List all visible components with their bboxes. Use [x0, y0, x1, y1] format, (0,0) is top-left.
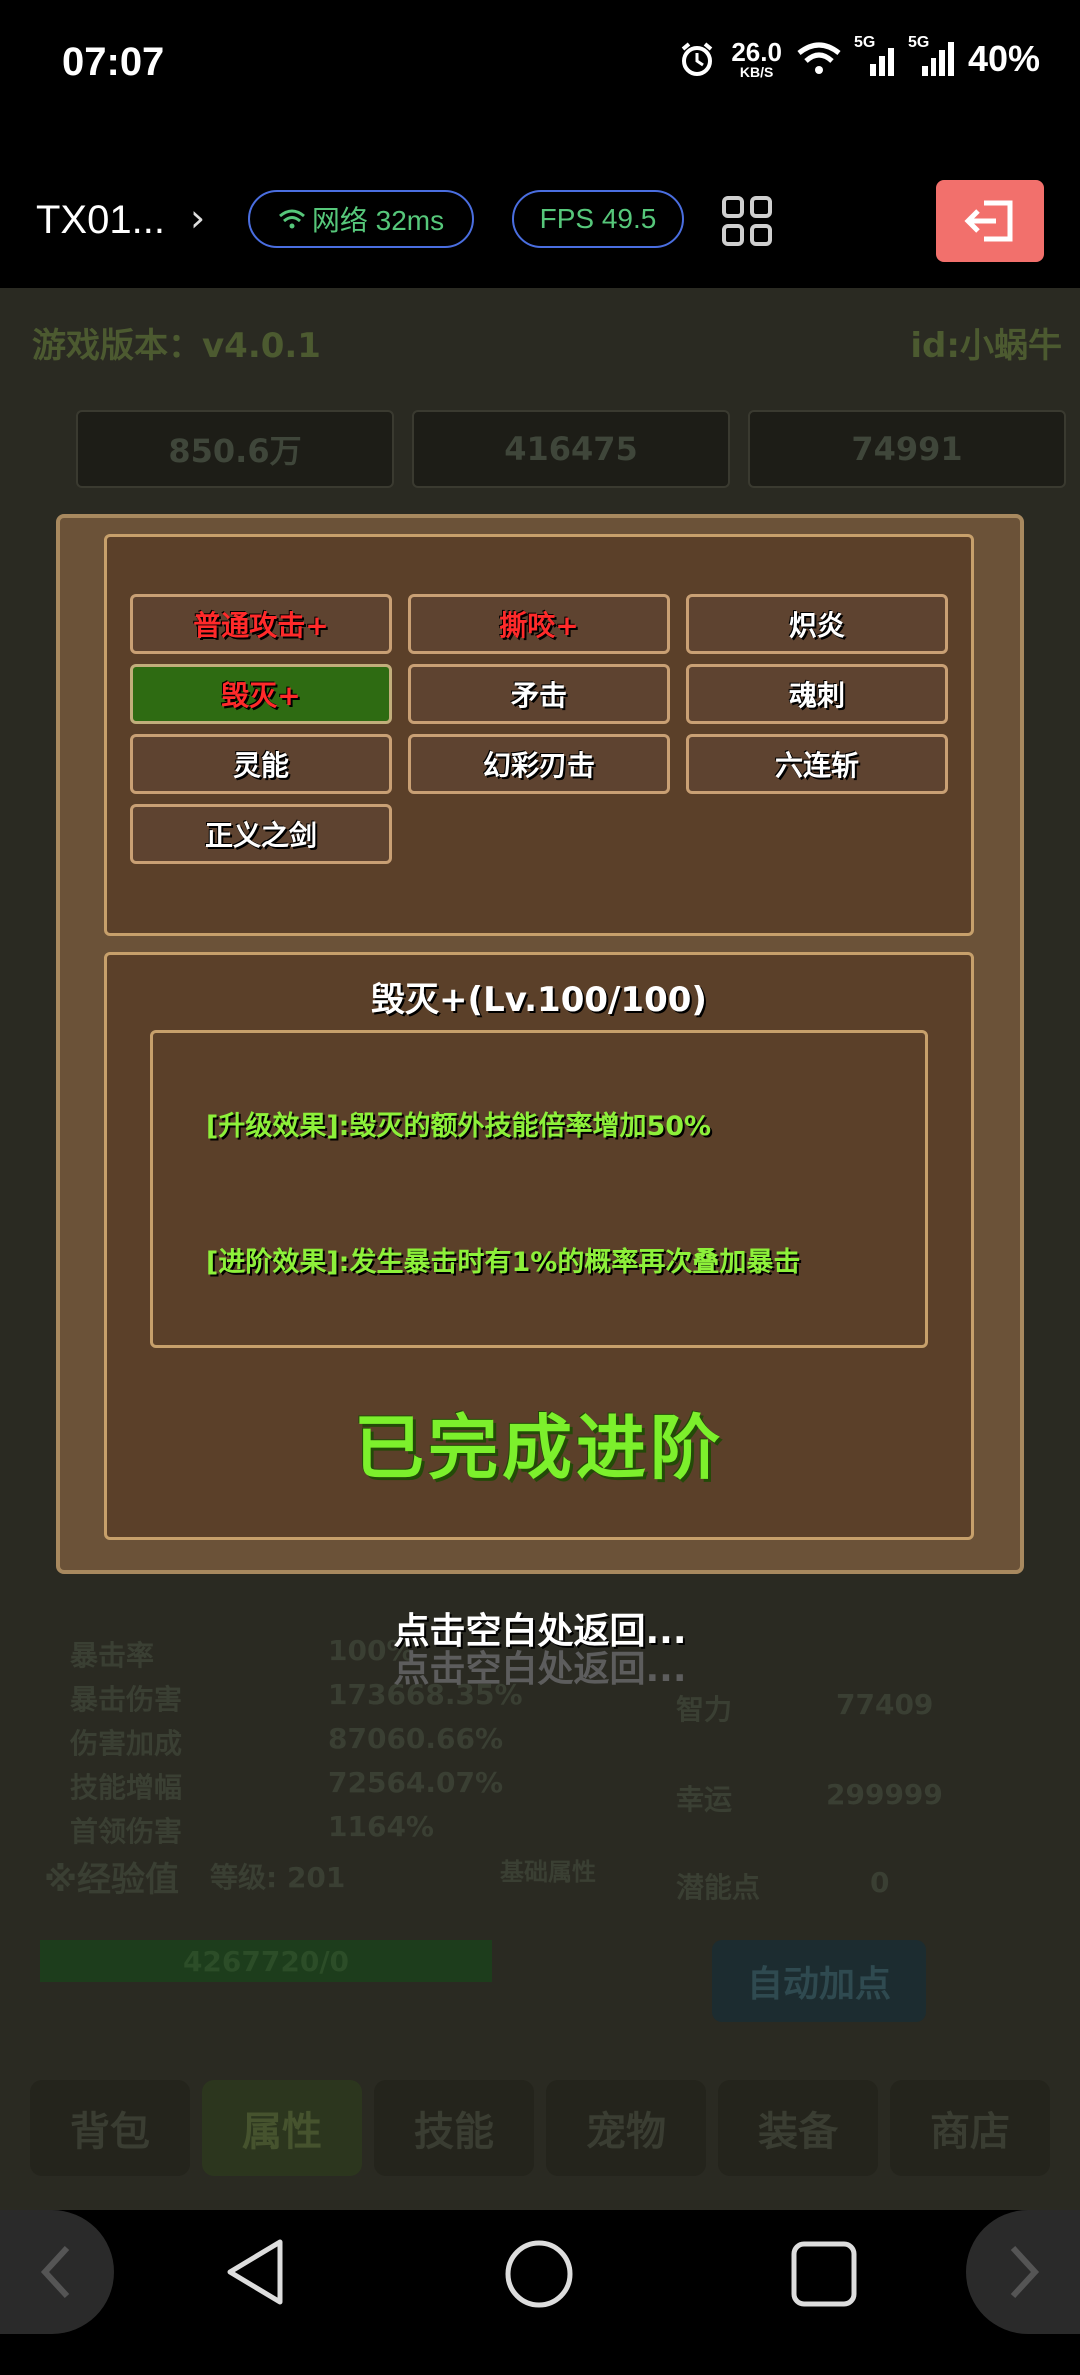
skill-spear-strike-button[interactable]: 矛击: [408, 664, 670, 724]
advancement-status: 已完成进阶: [354, 1407, 724, 1489]
battery-level: 40%: [967, 38, 1040, 79]
fps-label: FPS 49.5: [539, 203, 657, 234]
wifi-icon: [278, 209, 305, 229]
stat-label: 潜能点: [676, 1871, 761, 1904]
chevron-right-icon[interactable]: ›: [190, 196, 205, 240]
network-latency-label: 网络 32ms: [311, 205, 445, 236]
return-hint[interactable]: 点击空白处返回...: [0, 1602, 1080, 1654]
chevron-left-icon: [40, 2245, 70, 2299]
upgrade-effect-text: [升级效果]:毁灭的额外技能倍率增加50%: [206, 1111, 712, 1142]
stat-label: 技能增幅: [70, 1771, 183, 1804]
skill-six-slash-button[interactable]: 六连斩: [686, 734, 948, 794]
tab-bag: 背包: [30, 2080, 190, 2176]
app-title[interactable]: TX01...: [36, 198, 165, 243]
stat-value: 1164%: [328, 1810, 434, 1843]
back-button[interactable]: [222, 2236, 288, 2312]
skill-blaze-button[interactable]: 炽炎: [686, 594, 948, 654]
stat-label: 智力: [676, 1693, 733, 1726]
resource-crystal: 74991: [748, 410, 1066, 488]
game-version: 游戏版本：v4.0.1: [32, 326, 321, 366]
center-tab-label: 基础属性: [500, 1858, 596, 1886]
recents-button[interactable]: [790, 2240, 858, 2312]
stat-value: 299999: [826, 1778, 943, 1811]
home-button[interactable]: [503, 2238, 575, 2314]
fps-pill[interactable]: FPS 49.5: [512, 190, 684, 248]
stat-value: 87060.66%: [328, 1722, 504, 1755]
tab-attributes: 属性: [202, 2080, 362, 2176]
net-speed: 26.0 KB/S: [731, 39, 782, 79]
tab-equipment: 装备: [718, 2080, 878, 2176]
network-latency-pill[interactable]: 网络 32ms: [248, 190, 474, 248]
chevron-right-icon: [1010, 2245, 1040, 2299]
signal-1-label: 5G: [853, 34, 876, 51]
home-icon: [505, 2240, 573, 2308]
signal-1-icon: 5G: [854, 34, 896, 76]
stat-value: 77409: [836, 1688, 934, 1721]
resource-gem: 416475: [412, 410, 730, 488]
skill-justice-sword-button[interactable]: 正义之剑: [130, 804, 392, 864]
status-time: 07:07: [62, 40, 165, 84]
skill-normal-attack-button[interactable]: 普通攻击+: [130, 594, 392, 654]
stat-label: 幸运: [676, 1783, 733, 1816]
net-speed-unit: KB/S: [739, 64, 774, 80]
advance-effect-text: [进阶效果]:发生暴击时有1%的概率再次叠加暴击: [206, 1247, 801, 1278]
tab-pets: 宠物: [546, 2080, 706, 2176]
recents-icon: [791, 2241, 857, 2307]
grid-icon[interactable]: [722, 196, 772, 246]
skill-prism-blade-button[interactable]: 幻彩刃击: [408, 734, 670, 794]
skill-detail-title: 毁灭+(Lv.100/100): [371, 980, 707, 1020]
tab-skills: 技能: [374, 2080, 534, 2176]
user-id: id:小蜗牛: [910, 326, 1062, 366]
skill-psionic-button[interactable]: 灵能: [130, 734, 392, 794]
back-icon: [227, 2239, 283, 2305]
alarm-icon: [682, 42, 713, 76]
level-label: 等级: 201: [210, 1861, 346, 1894]
exp-bar: 4267720/0: [40, 1940, 492, 1982]
skill-destruction-button[interactable]: 毁灭+: [130, 664, 392, 724]
nav-right-arrow[interactable]: [966, 2210, 1080, 2334]
effect-box: [150, 1030, 928, 1348]
tab-shop: 商店: [890, 2080, 1050, 2176]
stat-label: 伤害加成: [70, 1727, 183, 1760]
signal-2-label: 5G: [907, 34, 930, 51]
skill-bite-button[interactable]: 撕咬+: [408, 594, 670, 654]
exit-icon: [964, 200, 1013, 242]
status-icons: 26.0 KB/S 5G 5G 40%: [677, 34, 1040, 80]
resource-gold: 850.6万: [76, 410, 394, 488]
wifi-status-icon: [797, 42, 841, 74]
signal-2-icon: 5G: [908, 34, 954, 76]
skill-soul-pierce-button[interactable]: 魂刺: [686, 664, 948, 724]
exit-button[interactable]: [936, 180, 1044, 262]
auto-allocate-button: 自动加点: [712, 1940, 926, 2022]
exp-label: ※经验值: [44, 1860, 180, 1900]
stat-label: 首领伤害: [70, 1815, 183, 1848]
stat-value: 0: [870, 1866, 890, 1899]
net-speed-value: 26.0: [731, 37, 782, 67]
stat-value: 72564.07%: [328, 1766, 504, 1799]
